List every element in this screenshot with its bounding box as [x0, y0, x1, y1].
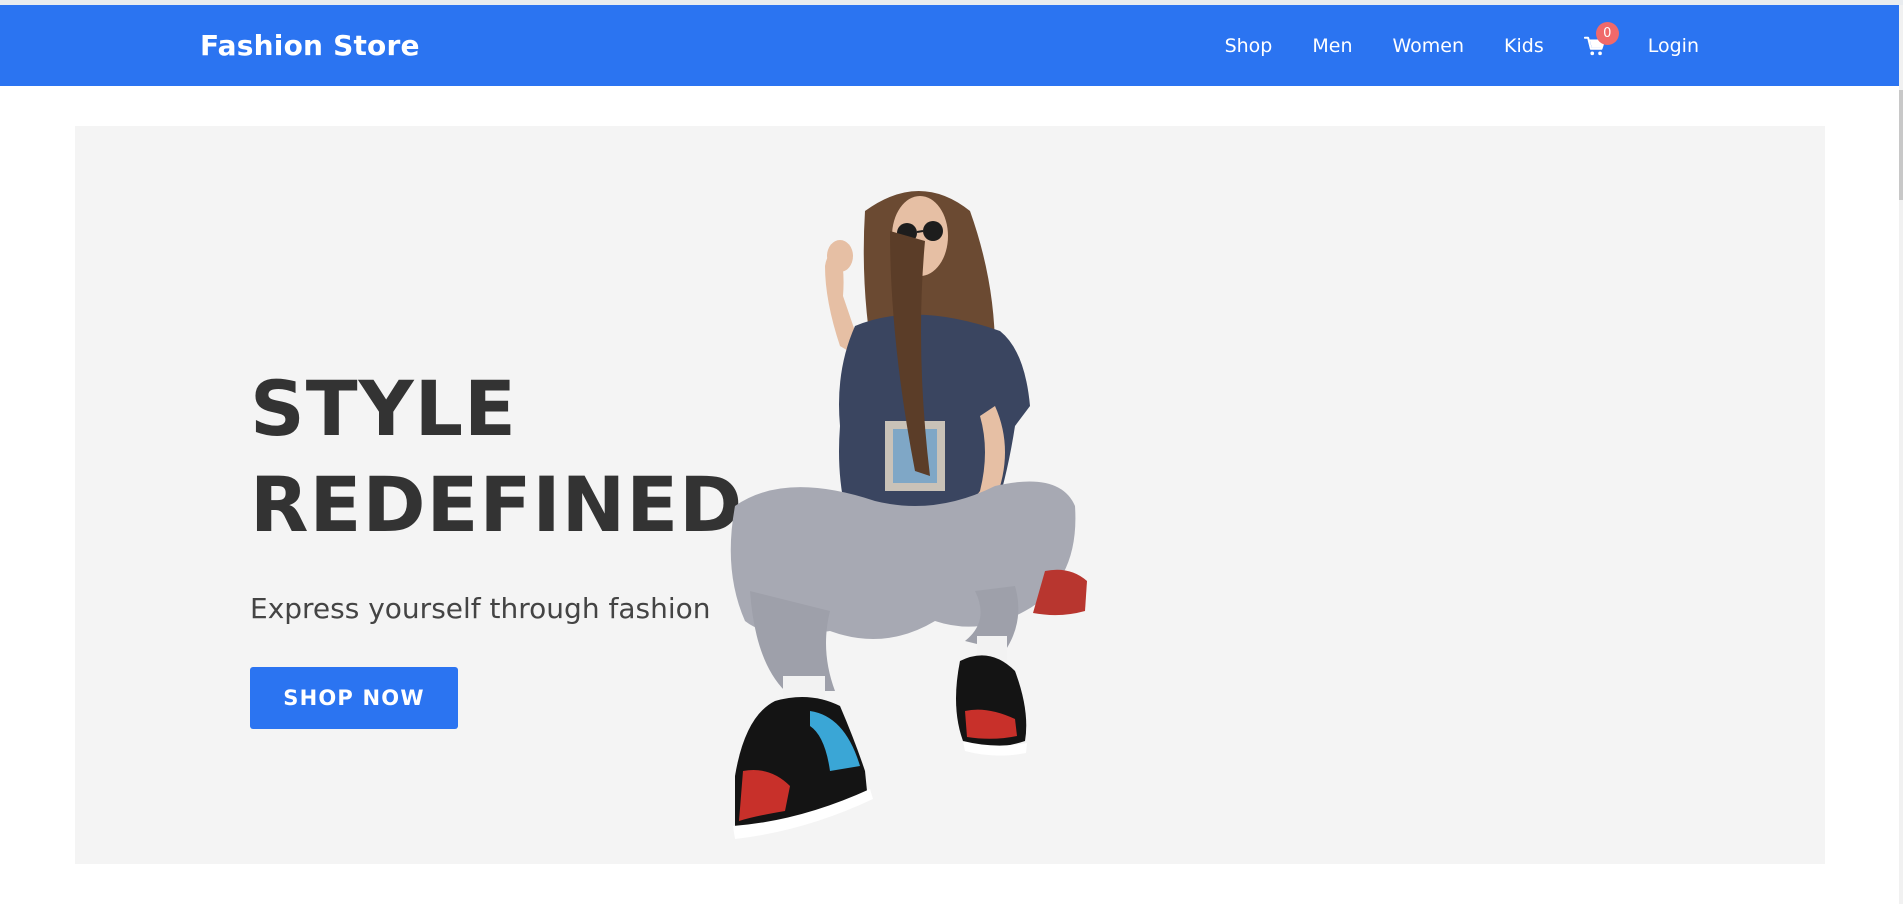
nav-women[interactable]: Women: [1392, 35, 1464, 57]
hero-title-line-1: STYLE: [250, 364, 517, 453]
hero-text: STYLE REDEFINED Express yourself through…: [250, 361, 770, 729]
scrollbar-thumb[interactable]: [1899, 90, 1903, 200]
hero-banner: STYLE REDEFINED Express yourself through…: [75, 126, 1825, 864]
navbar: Fashion Store Shop Men Women Kids 0 Logi…: [0, 5, 1899, 86]
hero-title-line-2: REDEFINED: [250, 460, 744, 549]
nav-login[interactable]: Login: [1648, 35, 1699, 57]
nav-shop[interactable]: Shop: [1225, 35, 1273, 57]
cart-count-badge: 0: [1595, 21, 1619, 45]
nav-links: Shop Men Women Kids 0 Login: [1225, 5, 1699, 86]
nav-men[interactable]: Men: [1312, 35, 1352, 57]
hero-subtitle: Express yourself through fashion: [250, 592, 711, 625]
nav-kids[interactable]: Kids: [1504, 35, 1544, 57]
cart-button[interactable]: 0: [1583, 21, 1619, 58]
brand-logo[interactable]: Fashion Store: [200, 29, 420, 62]
shop-now-button[interactable]: SHOP NOW: [250, 667, 458, 729]
hero-title: STYLE REDEFINED: [250, 361, 770, 553]
model-photo: [730, 191, 1087, 839]
